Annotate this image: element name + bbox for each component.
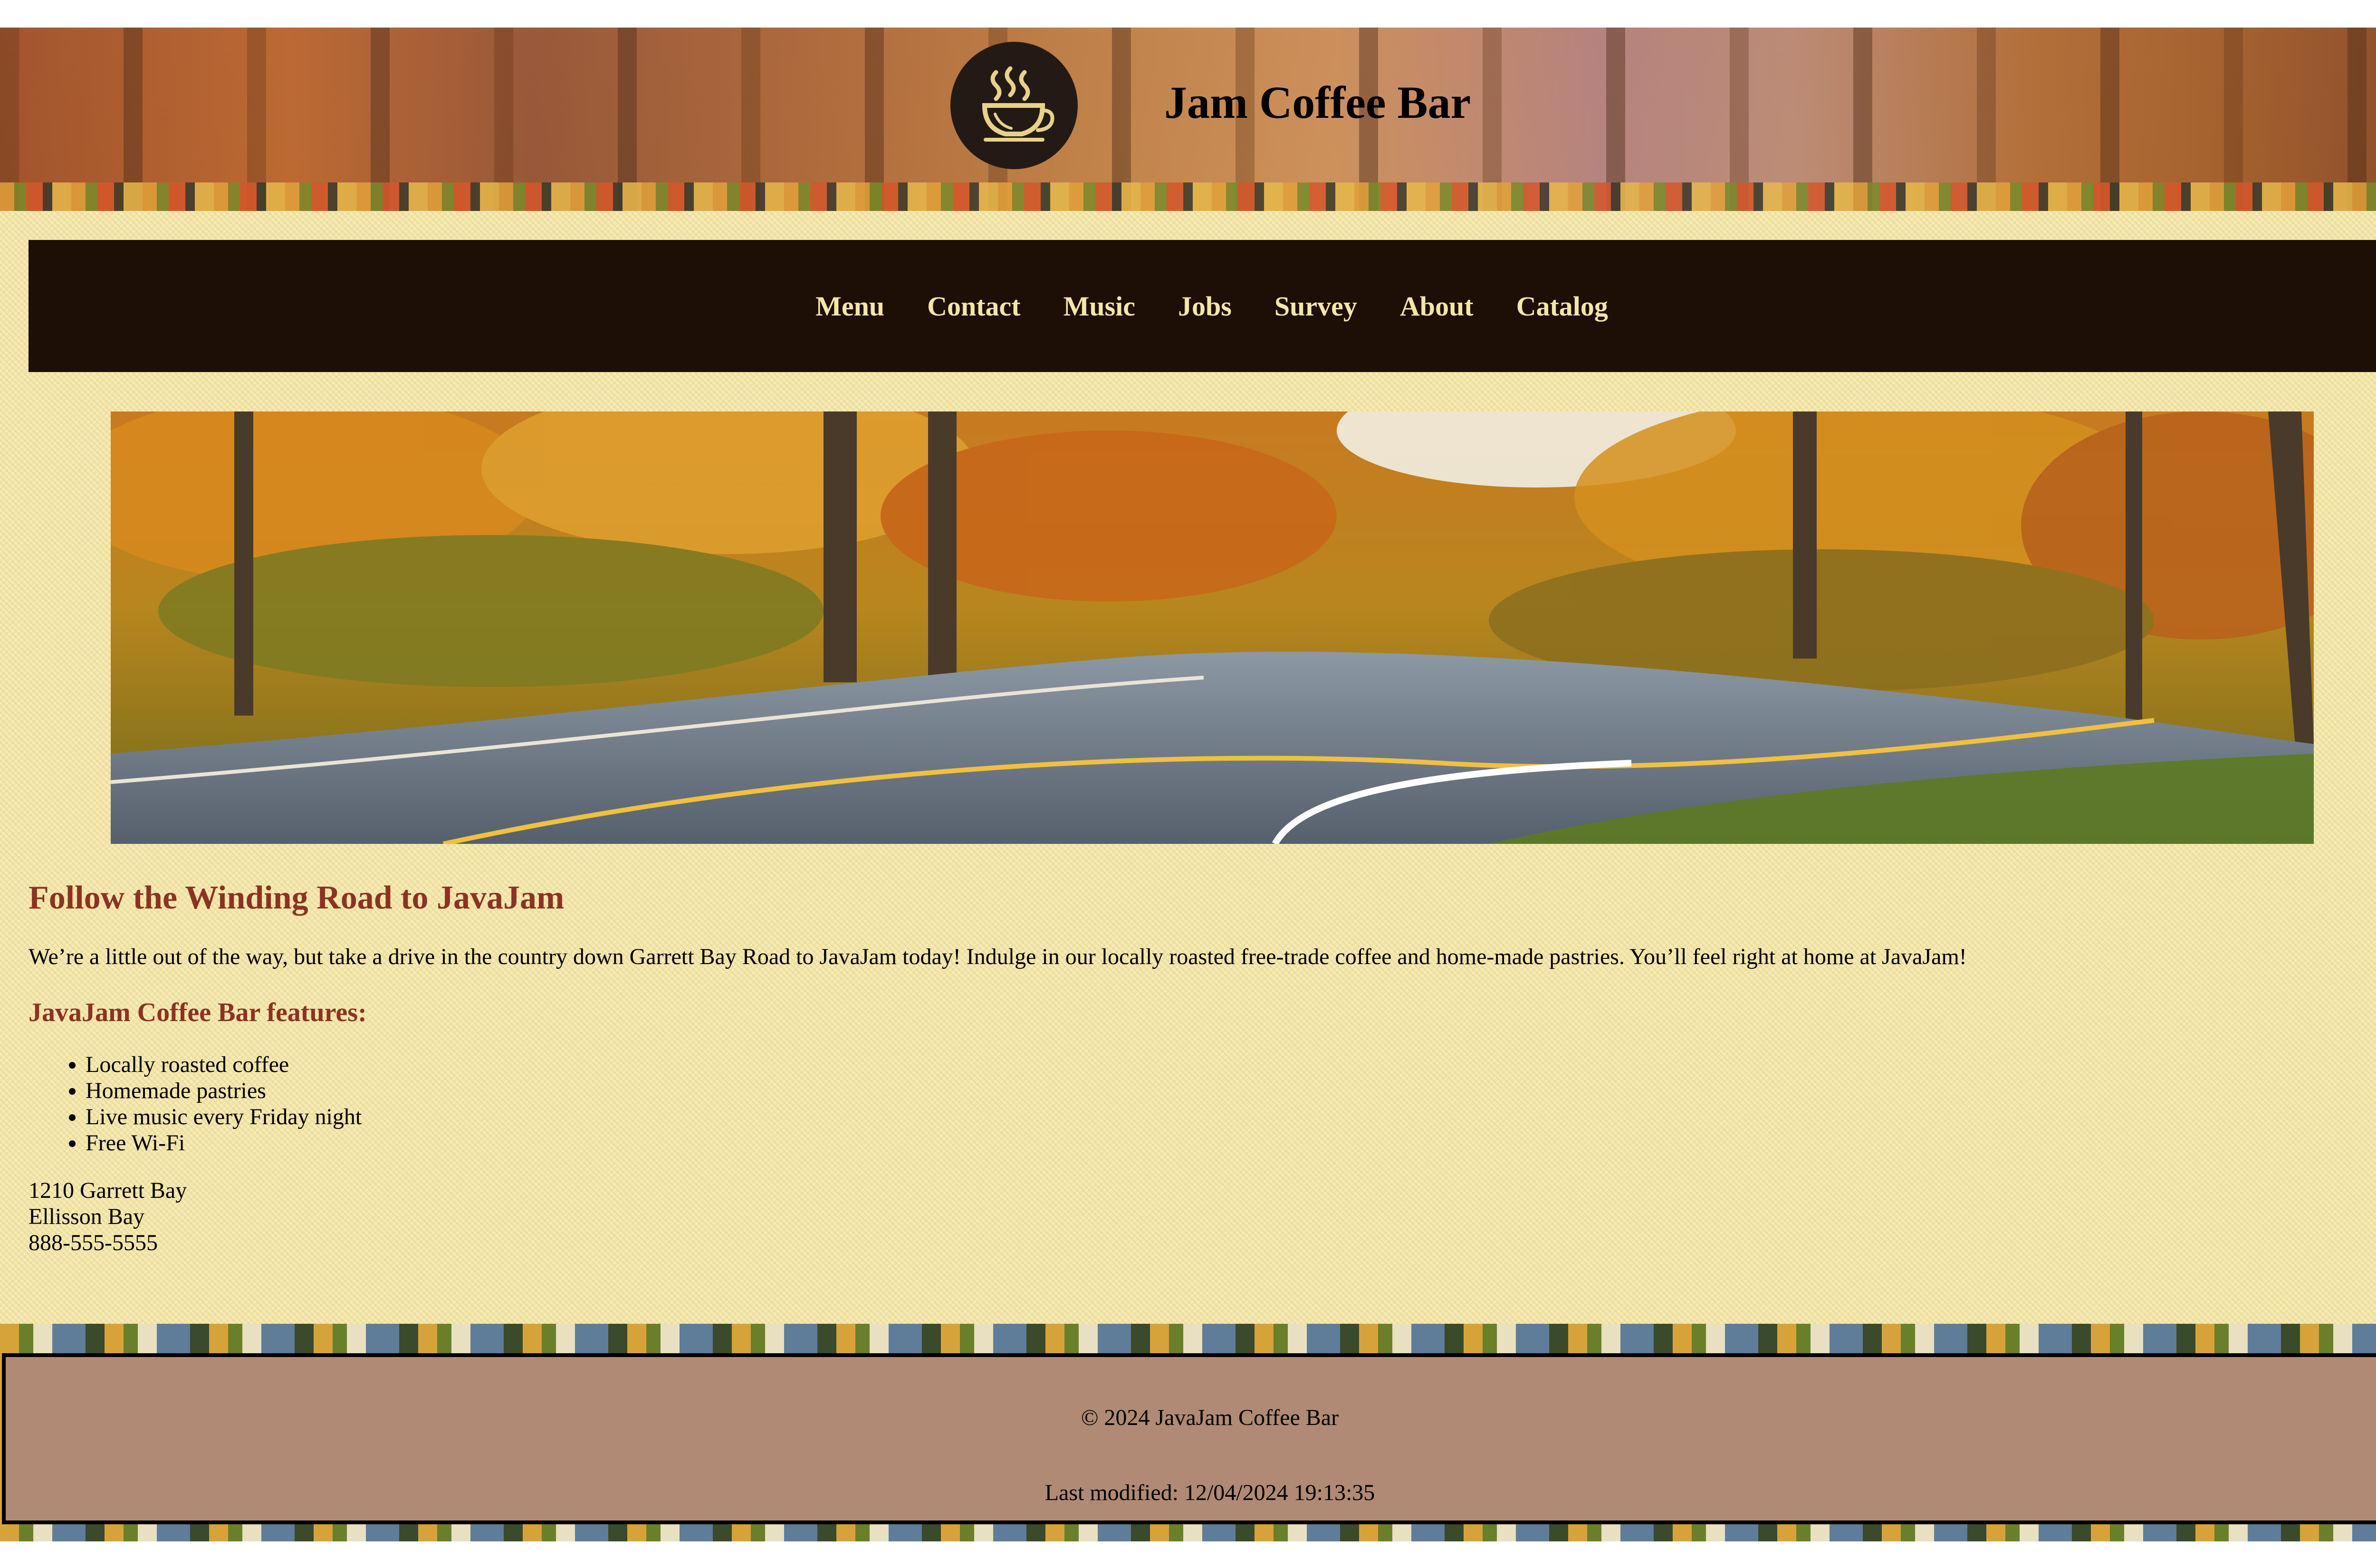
footer: © 2024 JavaJam Coffee Bar Last modified:… xyxy=(2,1353,2376,1524)
last-modified-text: Last modified: 12/04/2024 19:13:35 xyxy=(1044,1480,1375,1505)
main-navigation: Menu Contact Music Jobs Survey About Cat… xyxy=(29,240,2376,372)
nav-item-contact: Contact xyxy=(927,290,1021,322)
nav-link-survey[interactable]: Survey xyxy=(1274,291,1357,322)
nav-link-menu[interactable]: Menu xyxy=(815,291,884,322)
address-block: 1210 Garrett Bay Ellisson Bay 888-555-55… xyxy=(29,1177,2357,1256)
nav-item-about: About xyxy=(1400,290,1474,322)
nav-item-music: Music xyxy=(1063,290,1135,322)
nav-link-about[interactable]: About xyxy=(1400,291,1474,322)
feature-item: Homemade pastries xyxy=(86,1078,2357,1104)
nav-item-menu: Menu xyxy=(815,290,884,322)
features-list: Locally roasted coffee Homemade pastries… xyxy=(29,1052,2357,1156)
feature-item: Locally roasted coffee xyxy=(86,1052,2357,1078)
site-title: Jam Coffee Bar xyxy=(1164,77,1471,128)
nav-item-survey: Survey xyxy=(1274,290,1357,322)
feature-item: Free Wi-Fi xyxy=(86,1130,2357,1156)
address-line-street: 1210 Garrett Bay xyxy=(29,1178,187,1203)
logo xyxy=(950,42,1078,169)
nav-item-jobs: Jobs xyxy=(1178,290,1232,322)
nav-list: Menu Contact Music Jobs Survey About Cat… xyxy=(815,290,1608,322)
nav-link-catalog[interactable]: Catalog xyxy=(1516,291,1608,322)
phone-number: 888-555-5555 xyxy=(29,1230,158,1255)
features-heading: JavaJam Coffee Bar features: xyxy=(29,998,367,1027)
nav-item-catalog: Catalog xyxy=(1516,290,1608,322)
copyright-text: © 2024 JavaJam Coffee Bar xyxy=(1081,1405,1339,1430)
nav-link-music[interactable]: Music xyxy=(1063,291,1135,322)
winding-road-picture xyxy=(111,411,2314,844)
main-content: Follow the Winding Road to JavaJam We’re… xyxy=(29,879,2357,1256)
hero-image xyxy=(111,411,2314,844)
page-heading: Follow the Winding Road to JavaJam xyxy=(29,880,565,916)
nav-link-contact[interactable]: Contact xyxy=(927,291,1021,322)
intro-paragraph: We’re a little out of the way, but take … xyxy=(29,944,1967,969)
nav-link-jobs[interactable]: Jobs xyxy=(1178,291,1232,322)
header-banner-foliage xyxy=(0,182,2376,211)
address-line-city: Ellisson Bay xyxy=(29,1204,145,1229)
feature-item: Live music every Friday night xyxy=(86,1104,2357,1130)
coffee-cup-icon xyxy=(982,66,1054,142)
